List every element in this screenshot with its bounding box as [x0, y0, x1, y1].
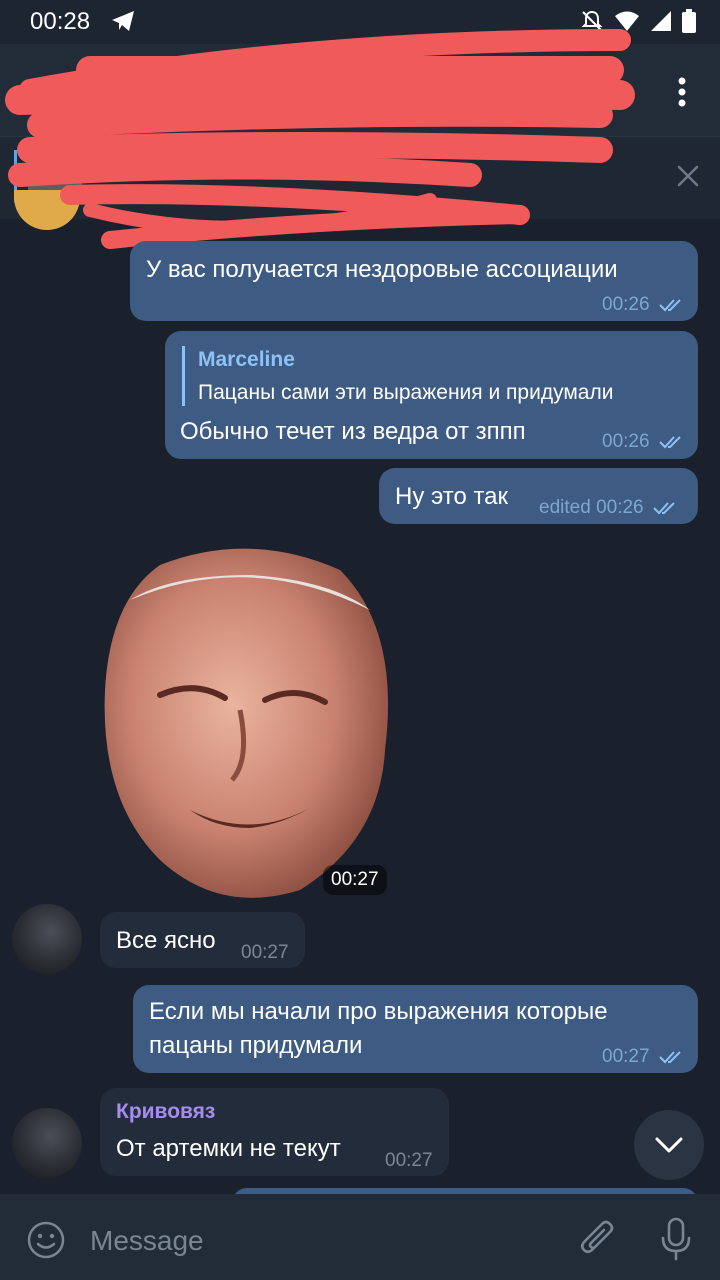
status-time: 00:28	[30, 8, 91, 35]
message-text: Ну это так	[395, 483, 509, 510]
message-time: 00:27	[602, 1046, 685, 1068]
avatar[interactable]	[12, 1108, 82, 1178]
telegram-icon	[112, 11, 134, 31]
message-time: 00:26	[602, 431, 685, 453]
message-text: Все ясно	[116, 927, 216, 954]
message-time: 00:26	[602, 294, 685, 316]
message-time: 00:27	[385, 1150, 433, 1171]
mute-icon	[581, 10, 603, 31]
sticker[interactable]	[100, 540, 395, 905]
reply-indicator	[182, 346, 185, 406]
emoji-icon[interactable]	[26, 1220, 66, 1260]
more-vertical-icon[interactable]	[672, 72, 692, 112]
message-text-line1: Если мы начали про выражения которые	[149, 998, 608, 1025]
message-input[interactable]	[88, 1218, 552, 1264]
arrow-left-icon[interactable]	[28, 72, 68, 112]
scroll-down-button[interactable]	[634, 1110, 704, 1180]
message-text: От артемки не текут	[116, 1135, 341, 1162]
edited-label: edited	[539, 497, 591, 518]
microphone-icon[interactable]	[658, 1216, 694, 1262]
paperclip-icon[interactable]	[578, 1218, 618, 1262]
status-bar: 00:28	[0, 0, 720, 44]
reply-quote[interactable]: Пацаны сами эти выражения и придумали	[198, 381, 613, 405]
partial-avatar	[14, 190, 80, 230]
avatar[interactable]	[12, 904, 82, 974]
double-check-icon	[659, 299, 681, 312]
message-time: edited 00:26	[539, 497, 679, 519]
sender-name[interactable]: Кривовяз	[116, 1100, 215, 1124]
wifi-icon	[615, 11, 639, 31]
reply-sender[interactable]: Marceline	[198, 348, 295, 372]
battery-icon	[682, 9, 696, 33]
close-icon[interactable]	[676, 164, 700, 188]
signal-icon	[651, 11, 671, 31]
double-check-icon	[659, 436, 681, 449]
sticker-time: 00:27	[323, 865, 387, 895]
double-check-icon	[653, 502, 675, 515]
chat-header	[0, 44, 720, 136]
double-check-icon	[659, 1051, 681, 1064]
message-text: У вас получается нездоровые ассоциации	[146, 256, 618, 283]
chevron-down-icon	[655, 1137, 683, 1153]
message-text: Обычно течет из ведра от зппп	[180, 418, 526, 445]
message-time: 00:27	[241, 942, 289, 963]
pinned-message-bar[interactable]	[0, 136, 720, 219]
message-text-line2: пацаны придумали	[149, 1032, 363, 1059]
